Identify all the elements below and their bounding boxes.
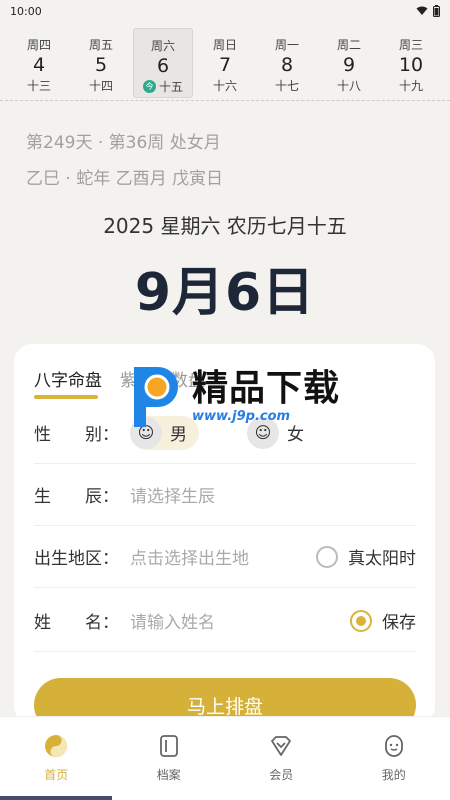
- status-time: 10:00: [10, 4, 42, 18]
- male-avatar-icon: ☺: [130, 416, 162, 449]
- tab-mine-label: 我的: [381, 768, 406, 782]
- male-label: 男: [170, 425, 187, 445]
- day-number: 7: [218, 54, 232, 76]
- weekday-label: 周一: [274, 38, 299, 52]
- day-number: 4: [32, 54, 46, 76]
- save-label: 保存: [382, 613, 416, 633]
- region-row: 出生地区： 点击选择出生地 真太阳时: [34, 526, 416, 588]
- weekday-label: 周四: [26, 38, 51, 52]
- tab-vip-label: 会员: [269, 768, 294, 782]
- day-mon[interactable]: 周一 8 十七: [257, 28, 317, 98]
- lunar-day: 十三: [26, 79, 51, 93]
- day-number: 9: [342, 54, 356, 76]
- tab-home[interactable]: 首页: [16, 734, 96, 783]
- home-indicator: [0, 796, 112, 800]
- day-number: 8: [280, 54, 294, 76]
- day-sat-selected[interactable]: 周六 6 今 十五: [133, 28, 193, 98]
- bottom-tabbar: 首页 档案 会员 我的: [0, 716, 450, 800]
- lunar-day: 十五: [158, 80, 183, 94]
- birth-row[interactable]: 生 辰： 请选择生辰: [34, 464, 416, 526]
- day-tue[interactable]: 周二 9 十八: [319, 28, 379, 98]
- female-avatar-icon: ☺: [247, 416, 279, 449]
- day-number: 6: [156, 55, 170, 77]
- birth-label: 生 辰：: [34, 487, 119, 507]
- lunar-day: 十八: [336, 79, 361, 93]
- radio-unchecked-icon: [316, 545, 338, 568]
- status-bar: 10:00: [0, 0, 450, 22]
- gender-label: 性 别：: [34, 425, 119, 445]
- day-number: 10: [398, 54, 424, 76]
- lunar-day: 十四: [88, 79, 113, 93]
- lunar-day: 十七: [274, 79, 299, 93]
- tab-mine[interactable]: 我的: [354, 734, 434, 783]
- day-wed[interactable]: 周三 10 十九: [381, 28, 441, 98]
- save-toggle[interactable]: 保存: [350, 608, 416, 633]
- day-fri[interactable]: 周五 5 十四: [71, 28, 131, 98]
- name-row: 姓 名： 请输入姓名 保存: [34, 590, 416, 652]
- today-badge: 今: [142, 80, 156, 93]
- birth-region-picker[interactable]: 点击选择出生地: [130, 544, 316, 569]
- tab-ziwei[interactable]: 紫微斗数盘: [120, 366, 205, 391]
- gender-row: 性 别： ☺ 男 ☺ 女: [34, 402, 416, 464]
- day-number: 5: [94, 54, 108, 76]
- big-date: 9月6日: [134, 263, 316, 323]
- female-label: 女: [287, 425, 304, 445]
- chart-form-card: 八字命盘 紫微斗数盘 性 别： ☺ 男 ☺ 女 生 辰： 请选择生辰 出生地区：…: [14, 344, 435, 732]
- name-label: 姓 名：: [34, 613, 119, 633]
- wifi-icon: [416, 6, 428, 15]
- tab-home-label: 首页: [44, 768, 69, 782]
- weekday-label: 周三: [398, 38, 423, 52]
- vip-icon: [271, 736, 292, 756]
- weekday-label: 周二: [336, 38, 361, 52]
- birth-time-picker[interactable]: 请选择生辰: [130, 482, 416, 507]
- profile-icon: [384, 735, 403, 757]
- folder-icon: [159, 735, 178, 757]
- lunar-day: 十九: [398, 79, 423, 93]
- tab-bazi[interactable]: 八字命盘: [34, 366, 102, 399]
- name-input[interactable]: 请输入姓名: [130, 608, 350, 633]
- region-label: 出生地区：: [34, 549, 119, 569]
- battery-icon: [433, 5, 440, 17]
- lunar-day-row: 今 十五: [142, 78, 183, 95]
- week-strip: 周四 4 十三 周五 5 十四 周六 6 今 十五 周日 7 十六 周一 8 十…: [0, 28, 450, 100]
- true-solar-time-toggle[interactable]: 真太阳时: [316, 544, 416, 569]
- full-date: 2025 星期六 农历七月十五: [103, 214, 347, 238]
- tab-archive[interactable]: 档案: [129, 734, 209, 783]
- lunar-day: 十六: [212, 79, 237, 93]
- ganzhi-info: 乙巳 · 蛇年 乙酉月 戊寅日: [26, 169, 224, 189]
- gender-female-option[interactable]: ☺ 女: [247, 416, 316, 450]
- true-solar-time-label: 真太阳时: [348, 549, 416, 569]
- weekday-label: 周五: [88, 38, 113, 52]
- day-sun[interactable]: 周日 7 十六: [195, 28, 255, 98]
- divider: [0, 100, 450, 101]
- gender-male-option[interactable]: ☺ 男: [130, 415, 199, 450]
- weekday-label: 周日: [212, 38, 237, 52]
- day-of-year-info: 第249天 · 第36周 处女月: [26, 133, 221, 153]
- tab-archive-label: 档案: [156, 768, 181, 782]
- tab-vip[interactable]: 会员: [241, 734, 321, 783]
- radio-checked-icon: [350, 609, 372, 632]
- weekday-label: 周六: [150, 39, 175, 53]
- status-icons: [416, 5, 440, 17]
- yin-yang-icon: [45, 735, 68, 757]
- day-thu[interactable]: 周四 4 十三: [9, 28, 69, 98]
- form-tabs: 八字命盘 紫微斗数盘: [34, 366, 205, 399]
